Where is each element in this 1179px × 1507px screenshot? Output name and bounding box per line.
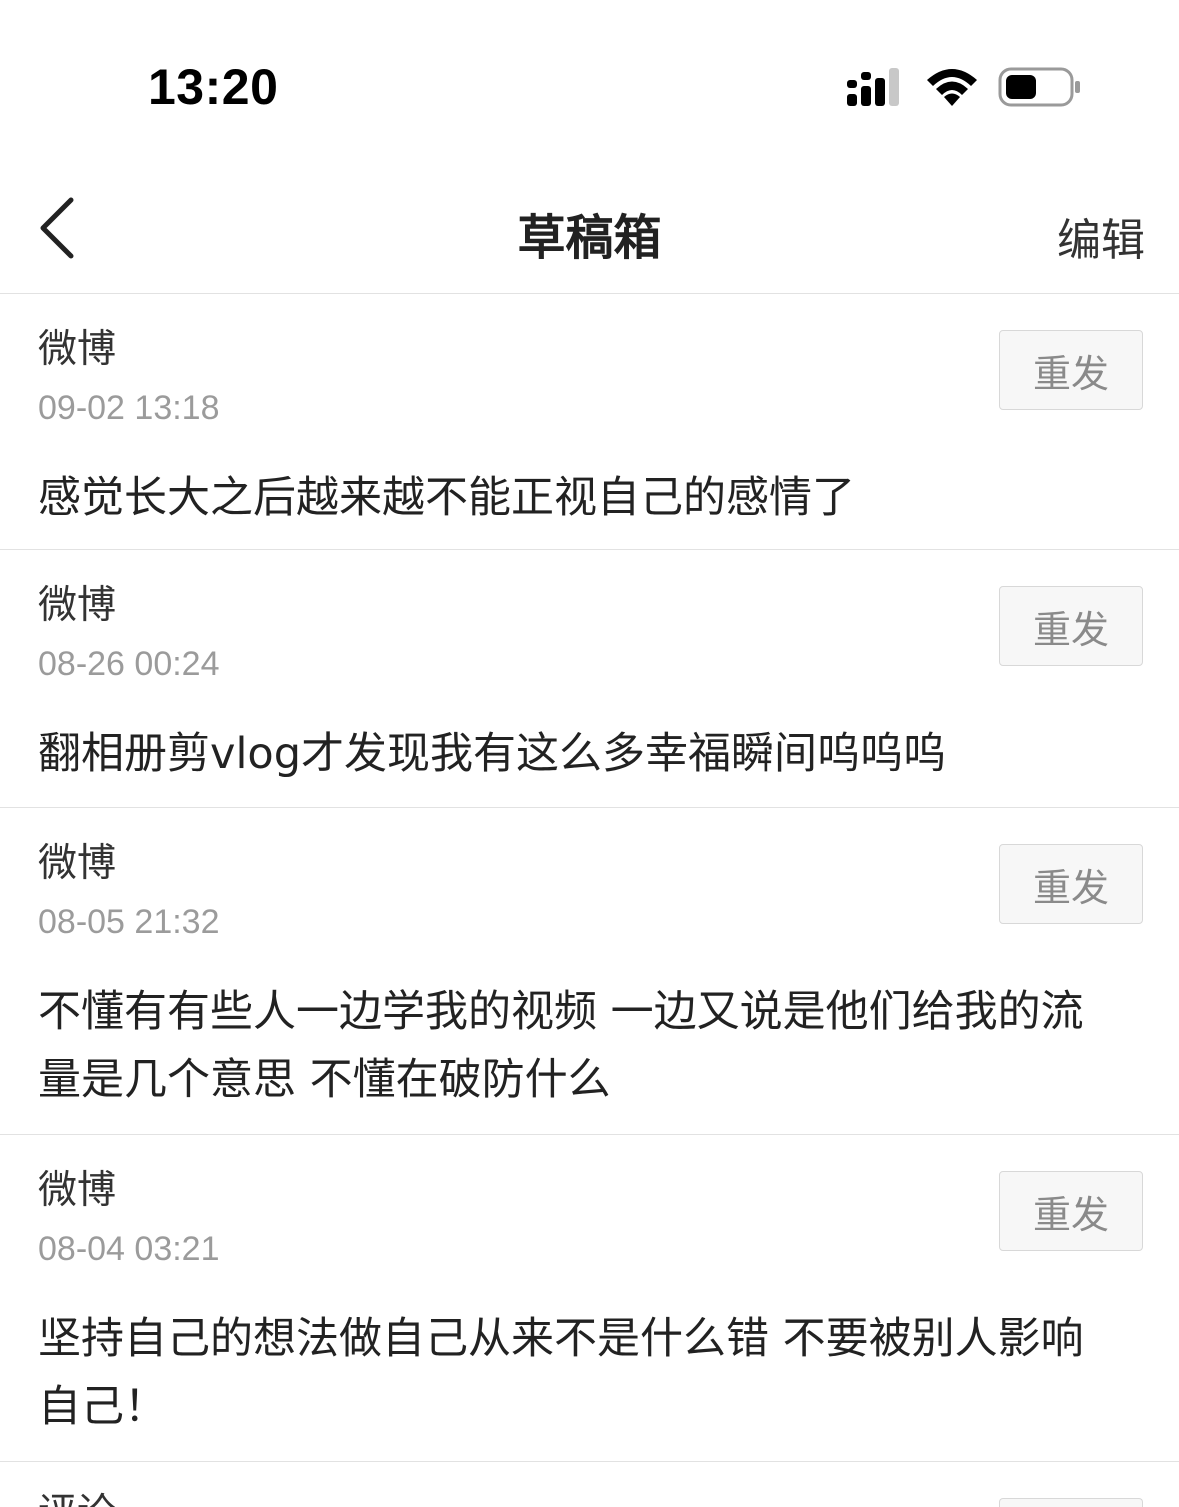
draft-item[interactable]: 微博 08-26 00:24 翻相册剪vlog才发现我有这么多幸福瞬间呜呜呜 重…	[0, 550, 1179, 808]
status-time: 13:20	[148, 59, 279, 115]
edit-button[interactable]: 编辑	[1057, 204, 1145, 268]
nav-bar: 草稿箱 编辑	[0, 160, 1179, 294]
resend-button[interactable]: 重发	[999, 330, 1143, 410]
draft-list: 微博 09-02 13:18 感觉长大之后越来越不能正视自己的感情了 重发 微博…	[0, 294, 1179, 1507]
draft-content: 感觉长大之后越来越不能正视自己的感情了	[38, 473, 855, 523]
resend-button[interactable]: 重发	[999, 1171, 1143, 1251]
draft-item[interactable]: 微博 08-04 03:21 坚持自己的想法做自己从来不是什么错 不要被别人影响…	[0, 1135, 1179, 1462]
status-bar: 13:20	[0, 0, 1179, 160]
draft-item[interactable]: 微博 09-02 13:18 感觉长大之后越来越不能正视自己的感情了 重发	[0, 294, 1179, 550]
page-title: 草稿箱	[517, 210, 662, 266]
resend-button[interactable]: 重发	[999, 844, 1143, 924]
draft-item-partial[interactable]: 评论	[0, 1462, 1179, 1507]
draft-content: 坚持自己的想法做自己从来不是什么错 不要被别人影响自己！	[38, 1314, 1084, 1432]
cellular-signal-icon	[847, 68, 899, 106]
draft-content: 翻相册剪vlog才发现我有这么多幸福瞬间呜呜呜	[38, 729, 946, 779]
draft-content: 不懂有有些人一边学我的视频 一边又说是他们给我的流量是几个意思 不懂在破防什么	[38, 987, 1084, 1105]
draft-item[interactable]: 微博 08-05 21:32 不懂有有些人一边学我的视频 一边又说是他们给我的流…	[0, 808, 1179, 1135]
resend-button[interactable]	[999, 1498, 1143, 1507]
wifi-icon	[927, 69, 977, 106]
battery-icon	[998, 67, 1080, 107]
resend-button[interactable]: 重发	[999, 586, 1143, 666]
